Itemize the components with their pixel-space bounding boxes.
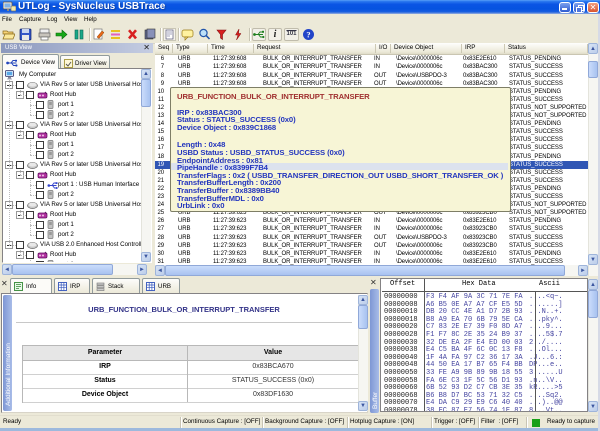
svg-text:?: ? bbox=[306, 30, 310, 40]
